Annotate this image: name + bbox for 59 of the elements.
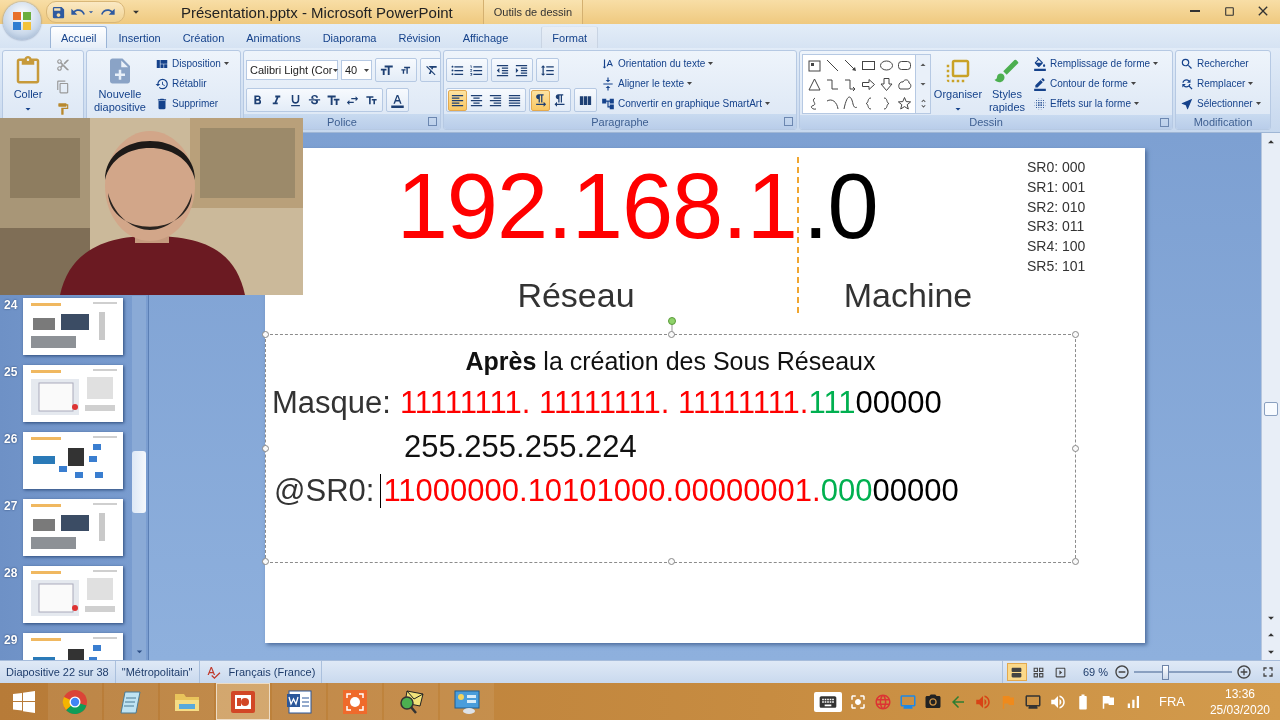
- context-tab-group: Outils de dessin: [482, 0, 584, 24]
- ribbon-tab[interactable]: Accueil: [50, 26, 108, 48]
- network-label: Réseau: [516, 275, 636, 315]
- network-address: 192.168.1: [395, 159, 797, 253]
- ribbon-command[interactable]: Remplacer: [1178, 74, 1263, 93]
- host-bits: 00000: [855, 384, 942, 422]
- slide-number: 25: [4, 365, 19, 379]
- ribbon-command[interactable]: Orientation du texte: [599, 54, 772, 73]
- ribbon-command[interactable]: Effets sur la forme: [1031, 94, 1161, 113]
- subnet-bits: 111: [808, 384, 856, 422]
- subnet-code: SR4: 100: [1027, 237, 1086, 257]
- subnet-code: SR1: 001: [1027, 177, 1086, 197]
- mask-label: Masque:: [272, 384, 391, 422]
- ribbon-tab[interactable]: Révision: [387, 26, 452, 48]
- ribbon-command[interactable]: Rétablir: [153, 74, 231, 93]
- group-label: Dessin: [800, 115, 1172, 129]
- ribbon-command[interactable]: Aligner le texte: [599, 74, 772, 93]
- subnet-bits: 000: [820, 472, 873, 510]
- ribbon-tab[interactable]: Création: [171, 26, 236, 48]
- decimal-mask: 255.255.255.224: [404, 428, 637, 466]
- subnet-code: SR5: 101: [1027, 257, 1086, 276]
- ribbon-command[interactable]: Disposition: [153, 54, 231, 73]
- ribbon-command[interactable]: Rechercher: [1178, 54, 1263, 73]
- subnet-label: @SR0:: [274, 472, 375, 510]
- font-name-field[interactable]: Calibri Light (Cor: [246, 60, 338, 80]
- subnet-code: SR0: 000: [1027, 158, 1086, 177]
- ribbon-command[interactable]: Contour de forme: [1031, 74, 1161, 93]
- group-label: Modification: [1176, 114, 1270, 129]
- slide-number: 29: [4, 633, 19, 647]
- ribbon-command[interactable]: Remplissage de forme: [1031, 54, 1161, 73]
- host-label: Machine: [842, 275, 974, 315]
- host-address: .0: [803, 159, 879, 253]
- zoom-level[interactable]: 69 %: [1082, 666, 1108, 678]
- ribbon-tab[interactable]: Format: [541, 26, 599, 48]
- ribbon-tab[interactable]: Diaporama: [311, 26, 388, 48]
- window-title: Présentation.pptx - Microsoft PowerPoint: [181, 3, 453, 21]
- ribbon-command[interactable]: Supprimer: [153, 94, 231, 113]
- network-bits: 11000000.10101000.00000001.: [383, 472, 821, 510]
- ribbon-command[interactable]: Convertir en graphique SmartArt: [599, 94, 772, 113]
- ribbon-tab[interactable]: Insertion: [107, 26, 172, 48]
- new-slide-button[interactable]: Nouvelle diapositive: [89, 54, 151, 114]
- heading-text: Après la création des Sous Réseaux: [464, 346, 877, 377]
- quick-styles-button[interactable]: Styles rapides: [985, 54, 1029, 114]
- slide-number: 26: [4, 432, 19, 446]
- slide-number: 28: [4, 566, 19, 580]
- slide-number: 24: [4, 298, 19, 312]
- arrange-button[interactable]: Organiser: [933, 54, 983, 115]
- subnet-code: SR3: 011: [1027, 217, 1086, 237]
- network-bits: 11111111. 11111111. 11111111.: [399, 384, 809, 422]
- clock-date: 25/03/2020: [1209, 701, 1270, 718]
- clock-time: 13:36: [1224, 685, 1255, 702]
- subnet-code: SR2: 010: [1027, 197, 1086, 217]
- slide-number: 27: [4, 499, 19, 513]
- ribbon-tab[interactable]: Animations: [235, 26, 312, 48]
- host-bits: 00000: [872, 472, 959, 510]
- ribbon-command[interactable]: Sélectionner: [1178, 94, 1263, 113]
- group-label: Paragraphe: [444, 114, 796, 129]
- ribbon-tab[interactable]: Affichage: [451, 26, 520, 48]
- font-size-field[interactable]: 40: [341, 60, 372, 80]
